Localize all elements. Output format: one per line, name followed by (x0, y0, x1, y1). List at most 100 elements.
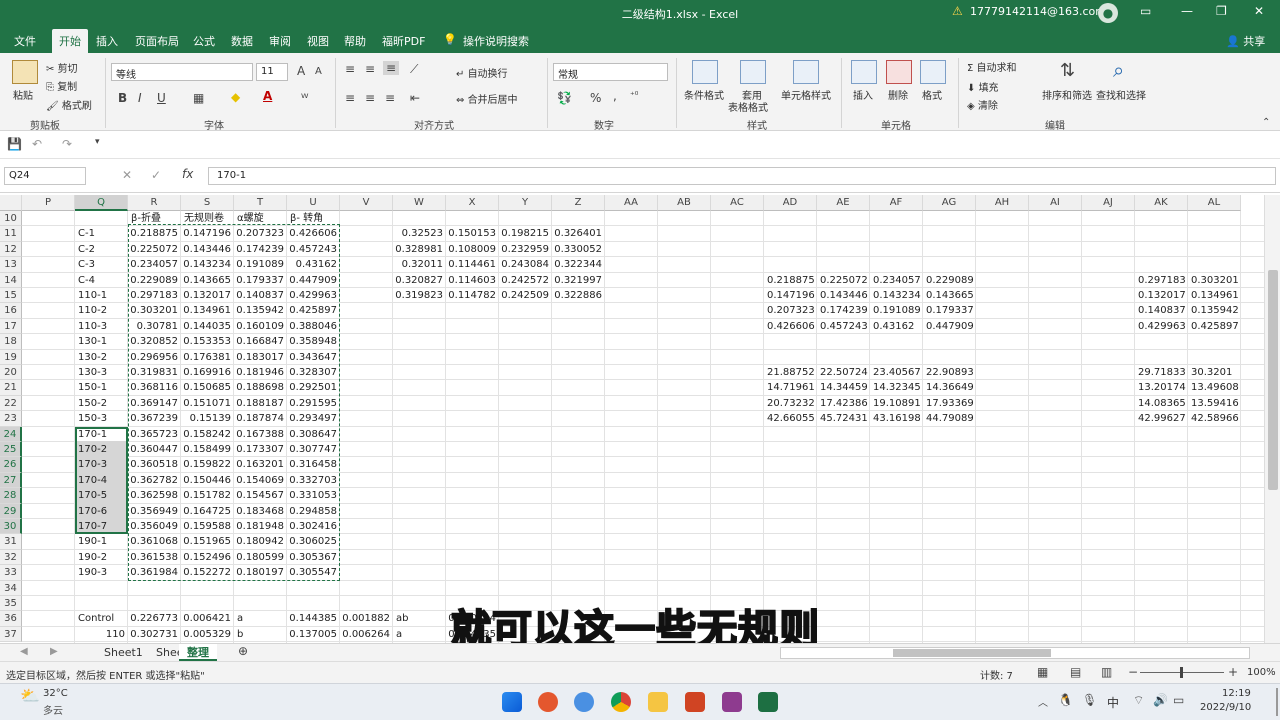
zoom-out-icon[interactable]: − (1128, 665, 1138, 679)
cell-z13[interactable]: 0.322344 (552, 257, 605, 272)
next-sheet-icon[interactable]: ▶ (50, 646, 58, 657)
cell-ak16[interactable]: 0.140837 (1135, 303, 1188, 318)
column-header-q[interactable]: Q (75, 195, 128, 211)
menu-help[interactable]: 帮助 (344, 33, 366, 49)
cell-q32[interactable]: 190-2 (75, 550, 128, 565)
cell-ak21[interactable]: 13.20174 (1135, 380, 1188, 395)
column-header-ai[interactable]: AI (1029, 195, 1082, 211)
undo-icon[interactable]: ↶ (32, 137, 42, 151)
row-header-29[interactable]: 29 (0, 503, 22, 519)
cell-q27[interactable]: 170-4 (75, 473, 128, 488)
format-table-icon[interactable] (740, 60, 766, 84)
cell-y15[interactable]: 0.242509 (499, 288, 552, 303)
cell-z11[interactable]: 0.326401 (552, 226, 605, 241)
cell-z12[interactable]: 0.330052 (552, 242, 605, 257)
column-header-ah[interactable]: AH (976, 195, 1029, 211)
conditional-format-label[interactable]: 条件格式 (684, 87, 724, 102)
cell-q20[interactable]: 130-3 (75, 365, 128, 380)
row-header-13[interactable]: 13 (0, 257, 22, 273)
currency-icon[interactable]: 💱 (557, 91, 572, 105)
cell-ad21[interactable]: 14.71961 (764, 380, 817, 395)
tell-me-search[interactable]: 操作说明搜索 (463, 33, 529, 49)
row-header-25[interactable]: 25 (0, 442, 22, 458)
cell-al14[interactable]: 0.303201 (1188, 273, 1241, 288)
insert-function-icon[interactable]: fx (182, 167, 193, 181)
cell-ak15[interactable]: 0.132017 (1135, 288, 1188, 303)
column-header-af[interactable]: AF (870, 195, 923, 211)
align-left-icon[interactable]: ≡ (345, 91, 355, 105)
cell-w11[interactable]: 0.32523 (393, 226, 446, 241)
cell-w14[interactable]: 0.320827 (393, 273, 446, 288)
cell-ag21[interactable]: 14.36649 (923, 380, 976, 395)
column-header-ad[interactable]: AD (764, 195, 817, 211)
insert-cells-label[interactable]: 插入 (853, 87, 873, 102)
decimal-icon[interactable]: ⁺⁰ (630, 91, 638, 101)
cell-x11[interactable]: 0.150153 (446, 226, 499, 241)
row-header-10[interactable]: 10 (0, 211, 22, 227)
cell-q22[interactable]: 150-2 (75, 396, 128, 411)
cell-af17[interactable]: 0.43162 (870, 319, 923, 334)
column-header-p[interactable]: P (22, 195, 75, 211)
cell-w36[interactable]: ab (393, 611, 446, 626)
cell-ae23[interactable]: 45.72431 (817, 411, 870, 426)
avatar[interactable]: ● (1098, 3, 1118, 23)
fill-color-icon[interactable]: ◆ (231, 90, 240, 104)
font-name-select[interactable]: 等线 (111, 63, 253, 81)
cell-ae14[interactable]: 0.225072 (817, 273, 870, 288)
cell-v36[interactable]: 0.001882 (340, 611, 393, 626)
sheet-tab-3[interactable]: 整理 (179, 644, 217, 661)
mic-icon[interactable]: 🎙 (1082, 693, 1097, 707)
minimize-icon[interactable]: — (1181, 4, 1193, 18)
number-format-select[interactable]: 常规 (553, 63, 668, 81)
powerpoint-icon[interactable] (685, 692, 705, 712)
cell-ag20[interactable]: 22.90893 (923, 365, 976, 380)
foxit-icon[interactable] (722, 692, 742, 712)
fill-button[interactable]: ⬇ 填充 (967, 79, 999, 94)
row-header-11[interactable]: 11 (0, 226, 22, 242)
row-header-33[interactable]: 33 (0, 565, 22, 581)
firefox-icon[interactable] (538, 692, 558, 712)
cell-ae20[interactable]: 22.50724 (817, 365, 870, 380)
column-header-u[interactable]: U (287, 195, 340, 211)
cell-ad15[interactable]: 0.147196 (764, 288, 817, 303)
row-header-26[interactable]: 26 (0, 457, 22, 473)
cell-q19[interactable]: 130-2 (75, 350, 128, 365)
file-explorer-icon[interactable] (648, 692, 668, 712)
cell-ad20[interactable]: 21.88752 (764, 365, 817, 380)
cell-ae16[interactable]: 0.174239 (817, 303, 870, 318)
cell-af15[interactable]: 0.143234 (870, 288, 923, 303)
cell-z15[interactable]: 0.322886 (552, 288, 605, 303)
cell-q15[interactable]: 110-1 (75, 288, 128, 303)
align-bottom-icon[interactable]: ≡ (383, 61, 400, 75)
save-icon[interactable]: 💾 (7, 137, 22, 151)
copy-button[interactable]: ⎘ 复制 (46, 78, 77, 93)
merge-center-button[interactable]: ⇔ 合并后居中 (456, 91, 518, 106)
cell-q16[interactable]: 110-2 (75, 303, 128, 318)
delete-cells-icon[interactable] (886, 60, 912, 84)
weather-icon[interactable]: ⛅ (20, 686, 40, 705)
row-header-16[interactable]: 16 (0, 303, 22, 319)
cell-y13[interactable]: 0.243084 (499, 257, 552, 272)
row-header-30[interactable]: 30 (0, 519, 22, 535)
cell-u37[interactable]: 0.137005 (287, 627, 340, 642)
grow-font-icon[interactable]: A (297, 64, 305, 78)
row-header-14[interactable]: 14 (0, 272, 22, 288)
tray-expand-icon[interactable]: ︿ (1038, 694, 1048, 709)
cell-r37[interactable]: 0.302731 (128, 627, 181, 642)
cell-q11[interactable]: C-1 (75, 226, 128, 241)
volume-icon[interactable]: 🔊 (1153, 693, 1168, 707)
font-size-select[interactable]: 11 (256, 63, 288, 81)
restore-icon[interactable]: ❐ (1216, 4, 1227, 18)
cell-x14[interactable]: 0.114603 (446, 273, 499, 288)
row-header-35[interactable]: 35 (0, 596, 22, 612)
orientation-icon[interactable]: ⟋ (410, 62, 418, 77)
menu-foxit-pdf[interactable]: 福昕PDF (382, 33, 425, 49)
column-header-ak[interactable]: AK (1135, 195, 1188, 211)
start-icon[interactable] (502, 692, 522, 712)
sort-filter-icon[interactable]: ⇅ (1060, 60, 1075, 81)
phonetic-icon[interactable]: ᵂ (301, 91, 308, 105)
cell-t36[interactable]: a (234, 611, 287, 626)
column-header-ab[interactable]: AB (658, 195, 711, 211)
cell-q23[interactable]: 150-3 (75, 411, 128, 426)
column-header-r[interactable]: R (128, 195, 181, 211)
